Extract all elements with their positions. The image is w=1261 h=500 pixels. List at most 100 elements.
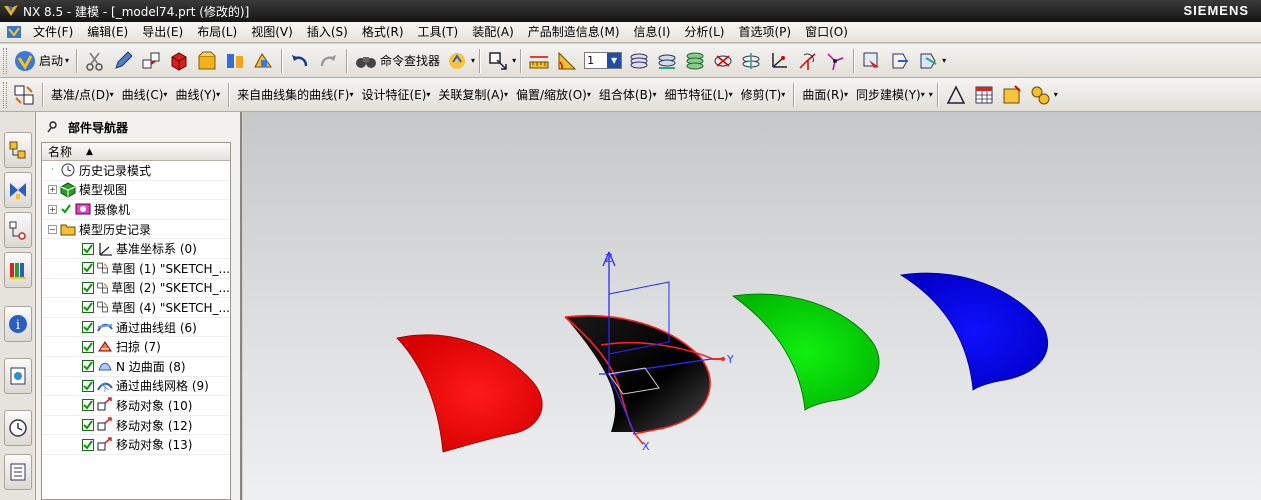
expand-icon[interactable]: + bbox=[48, 185, 57, 195]
visibility-checkbox[interactable] bbox=[82, 438, 94, 451]
visibility-checkbox[interactable] bbox=[82, 321, 94, 334]
undo-button[interactable] bbox=[286, 47, 314, 75]
menu-format[interactable]: 格式(R) bbox=[355, 22, 411, 42]
menu-surface[interactable]: 曲面(R) ▾ bbox=[798, 86, 852, 103]
visibility-checkbox[interactable] bbox=[82, 399, 94, 412]
wcs-rotate-button[interactable] bbox=[793, 47, 821, 75]
menu-assembly[interactable]: 装配(A) bbox=[465, 22, 521, 42]
visibility-checkbox[interactable] bbox=[82, 281, 94, 294]
assembly-navigator-tab[interactable] bbox=[4, 132, 32, 168]
tree-row[interactable]: 移动对象 (10) bbox=[42, 396, 230, 416]
tree-row[interactable]: 移动对象 (12) bbox=[42, 416, 230, 436]
visibility-checkbox[interactable] bbox=[82, 360, 94, 373]
layer-category-button[interactable] bbox=[681, 47, 709, 75]
start-button[interactable]: 启动 ▾ bbox=[10, 49, 72, 73]
sketch-button[interactable] bbox=[10, 81, 38, 109]
collapse-icon[interactable]: − bbox=[48, 224, 57, 234]
edit-object-display-button[interactable] bbox=[858, 47, 886, 75]
gears-button[interactable] bbox=[1026, 81, 1054, 109]
visibility-checkbox[interactable] bbox=[82, 419, 94, 432]
redo-button[interactable] bbox=[314, 47, 342, 75]
toolbar-grip[interactable] bbox=[3, 47, 7, 74]
tree-row[interactable]: − 模型历史记录 bbox=[42, 220, 230, 240]
model-scene[interactable]: Z Y X bbox=[243, 112, 1261, 500]
system-menu-icon[interactable] bbox=[6, 24, 22, 40]
menu-view[interactable]: 视图(V) bbox=[244, 22, 300, 42]
tree-row[interactable]: + 摄像机 bbox=[42, 200, 230, 220]
navigator-tree[interactable]: 名称 ▲ · 历史记录模式 + 模型视图 + 摄像机 − 模型历史记录 基准坐标系 (0) 草图 … bbox=[41, 142, 231, 500]
pmi-button[interactable] bbox=[998, 81, 1026, 109]
menu-offset-scale[interactable]: 偏置/缩放(O) ▾ bbox=[512, 86, 595, 103]
triangle-button[interactable] bbox=[942, 81, 970, 109]
open-part-button[interactable] bbox=[193, 47, 221, 75]
chevron-down-icon[interactable]: ▾ bbox=[471, 56, 475, 65]
selection-filter-button[interactable] bbox=[484, 47, 512, 75]
menu-curve-c[interactable]: 曲线(C) ▾ bbox=[118, 86, 172, 103]
menu-associative-copy[interactable]: 关联复制(A) ▾ bbox=[434, 86, 512, 103]
tree-row[interactable]: · 历史记录模式 bbox=[42, 161, 230, 181]
constraint-navigator-tab[interactable] bbox=[4, 172, 32, 208]
graphics-window[interactable]: Z Y X bbox=[243, 112, 1261, 500]
black-surface[interactable] bbox=[565, 315, 711, 432]
menu-design-feature[interactable]: 设计特征(E) ▾ bbox=[357, 86, 434, 103]
visible-in-view-button[interactable] bbox=[653, 47, 681, 75]
tree-row[interactable]: + 模型视图 bbox=[42, 181, 230, 201]
copy-to-layer-button[interactable] bbox=[737, 47, 765, 75]
chevron-down-icon[interactable]: ▾ bbox=[942, 56, 946, 65]
move-to-layer-button[interactable] bbox=[709, 47, 737, 75]
menu-pmi[interactable]: 产品制造信息(M) bbox=[521, 22, 627, 42]
menu-datum-point[interactable]: 基准/点(D) ▾ bbox=[47, 86, 118, 103]
solid-button[interactable] bbox=[165, 47, 193, 75]
chevron-down-icon[interactable]: ▾ bbox=[929, 90, 933, 99]
tree-row[interactable]: N 边曲面 (8) bbox=[42, 357, 230, 377]
history-tab[interactable] bbox=[4, 410, 32, 446]
measure-distance-button[interactable] bbox=[525, 47, 553, 75]
tree-row[interactable]: 扫掠 (7) bbox=[42, 337, 230, 357]
palette-tab[interactable] bbox=[4, 358, 32, 394]
chevron-down-icon[interactable]: ▼ bbox=[607, 53, 622, 68]
wcs-origin-button[interactable] bbox=[765, 47, 793, 75]
menu-layout[interactable]: 布局(L) bbox=[190, 22, 244, 42]
menu-insert[interactable]: 插入(S) bbox=[300, 22, 355, 42]
menu-synchronous-modeling[interactable]: 同步建模(Y) ▾ bbox=[852, 86, 929, 103]
tree-row[interactable]: 通过曲线组 (6) bbox=[42, 318, 230, 338]
green-surface[interactable] bbox=[731, 293, 880, 411]
touch-mode-button[interactable] bbox=[443, 47, 471, 75]
feature-button[interactable] bbox=[137, 47, 165, 75]
menu-edit[interactable]: 编辑(E) bbox=[80, 22, 135, 42]
menu-trim[interactable]: 修剪(T) ▾ bbox=[737, 86, 790, 103]
menu-derived-curve[interactable]: 来自曲线集的曲线(F) ▾ bbox=[233, 86, 357, 103]
show-hide-button[interactable] bbox=[886, 47, 914, 75]
web-browser-tab[interactable]: i bbox=[4, 306, 32, 342]
visibility-checkbox[interactable] bbox=[82, 340, 94, 353]
menu-preferences[interactable]: 首选项(P) bbox=[731, 22, 798, 42]
toolbar-grip[interactable] bbox=[3, 81, 7, 108]
nx-app-icon[interactable] bbox=[3, 3, 19, 19]
visibility-checkbox[interactable] bbox=[82, 242, 94, 255]
tree-row[interactable]: 草图 (4) "SKETCH_... bbox=[42, 298, 230, 318]
menu-export[interactable]: 导出(E) bbox=[135, 22, 190, 42]
edit-button[interactable] bbox=[109, 47, 137, 75]
assembly-button[interactable] bbox=[221, 47, 249, 75]
component-button[interactable] bbox=[249, 47, 277, 75]
tree-row[interactable]: 草图 (1) "SKETCH_... bbox=[42, 259, 230, 279]
chevron-down-icon[interactable]: ▾ bbox=[1054, 90, 1058, 99]
cut-button[interactable] bbox=[81, 47, 109, 75]
tree-row[interactable]: 基准坐标系 (0) bbox=[42, 239, 230, 259]
visibility-checkbox[interactable] bbox=[82, 301, 94, 314]
menu-curve-y[interactable]: 曲线(Y) ▾ bbox=[171, 86, 224, 103]
pin-icon[interactable] bbox=[46, 120, 60, 134]
menu-window[interactable]: 窗口(O) bbox=[798, 22, 855, 42]
chevron-down-icon[interactable]: ▾ bbox=[512, 56, 516, 65]
menu-tools[interactable]: 工具(T) bbox=[411, 22, 466, 42]
tree-row[interactable]: 草图 (2) "SKETCH_... bbox=[42, 279, 230, 299]
menu-file[interactable]: 文件(F) bbox=[26, 22, 80, 42]
table-button[interactable] bbox=[970, 81, 998, 109]
visibility-checkbox[interactable] bbox=[82, 379, 94, 392]
column-header-name[interactable]: 名称 ▲ bbox=[42, 143, 230, 161]
tree-row[interactable]: 移动对象 (13) bbox=[42, 435, 230, 455]
menu-information[interactable]: 信息(I) bbox=[627, 22, 678, 42]
menu-analysis[interactable]: 分析(L) bbox=[677, 22, 731, 42]
expand-icon[interactable]: + bbox=[48, 204, 57, 214]
visibility-checkbox[interactable] bbox=[82, 262, 94, 275]
